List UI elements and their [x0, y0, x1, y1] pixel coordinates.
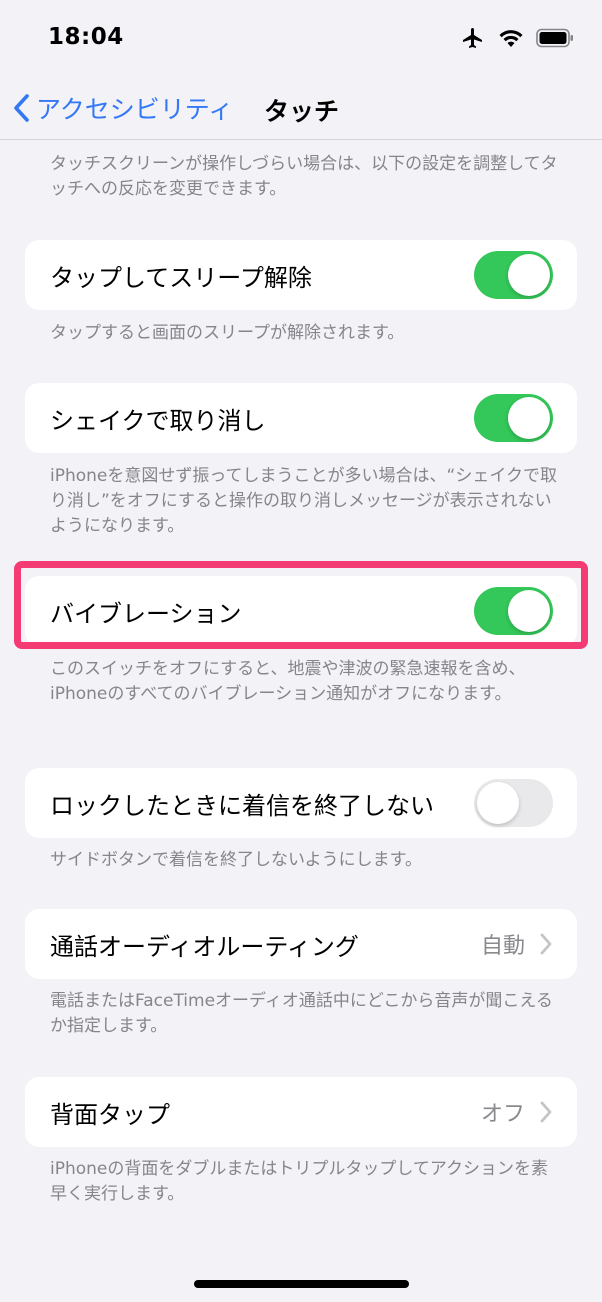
home-indicator	[194, 1280, 409, 1288]
nav-bar: アクセシビリティ タッチ	[0, 78, 602, 140]
chevron-right-icon	[540, 933, 552, 955]
shake-to-undo-footer: iPhoneを意図せず振ってしまうことが多い場合は、“シェイクで取り消し”をオフ…	[50, 466, 557, 536]
battery-icon	[536, 28, 573, 48]
back-tap-footer: iPhoneの背面をダブルまたはトリプルタップしてアクションを素早く実行します。	[50, 1159, 549, 1204]
call-audio-routing-row[interactable]: 通話オーディオルーティング 自動	[25, 909, 577, 979]
status-bar: 18:04	[0, 0, 602, 78]
prevent-lock-end-call-footer: サイドボタンで着信を終了しないようにします。	[50, 850, 422, 870]
wifi-icon	[499, 30, 523, 47]
back-tap-label: 背面タップ	[50, 1100, 170, 1129]
tap-to-wake-label: タップしてスリープ解除	[50, 263, 312, 292]
shake-to-undo-toggle[interactable]	[474, 394, 553, 442]
highlight-frame	[14, 561, 588, 649]
vibration-footer: このスイッチをオフにすると、地震や津波の緊急速報を含め、iPhoneのすべてのバ…	[50, 659, 526, 704]
shake-to-undo-row: シェイクで取り消し	[25, 383, 577, 453]
back-button[interactable]: アクセシビリティ	[12, 88, 233, 128]
tap-to-wake-row: タップしてスリープ解除	[25, 240, 577, 310]
tap-to-wake-toggle[interactable]	[474, 251, 553, 299]
airplane-icon	[463, 28, 482, 48]
prevent-lock-end-call-toggle[interactable]	[474, 779, 553, 827]
prevent-lock-end-call-row: ロックしたときに着信を終了しない	[25, 768, 577, 838]
back-button-label: アクセシビリティ	[36, 95, 234, 124]
call-audio-routing-footer: 電話またはFaceTimeオーディオ通話中にどこから音声が聞こえるか指定します。	[50, 991, 553, 1036]
call-audio-routing-value: 自動	[480, 934, 525, 959]
chevron-left-icon	[14, 94, 29, 122]
toggle-knob	[477, 782, 519, 824]
status-time: 18:04	[48, 24, 124, 50]
back-tap-row[interactable]: 背面タップ オフ	[25, 1077, 577, 1147]
prevent-lock-end-call-label: ロックしたときに着信を終了しない	[50, 791, 434, 820]
toggle-knob	[508, 254, 550, 296]
tap-to-wake-footer: タップすると画面のスリープが解除されます。	[50, 323, 405, 343]
status-icons	[460, 26, 574, 50]
call-audio-routing-label: 通話オーディオルーティング	[50, 932, 359, 961]
back-tap-value: オフ	[480, 1102, 525, 1127]
page-title: タッチ	[264, 97, 340, 126]
intro-text: タッチスクリーンが操作しづらい場合は、以下の設定を調整してタッチへの反応を変更で…	[50, 154, 558, 199]
shake-to-undo-label: シェイクで取り消し	[50, 406, 266, 435]
toggle-knob	[508, 397, 550, 439]
chevron-right-icon	[540, 1101, 552, 1123]
